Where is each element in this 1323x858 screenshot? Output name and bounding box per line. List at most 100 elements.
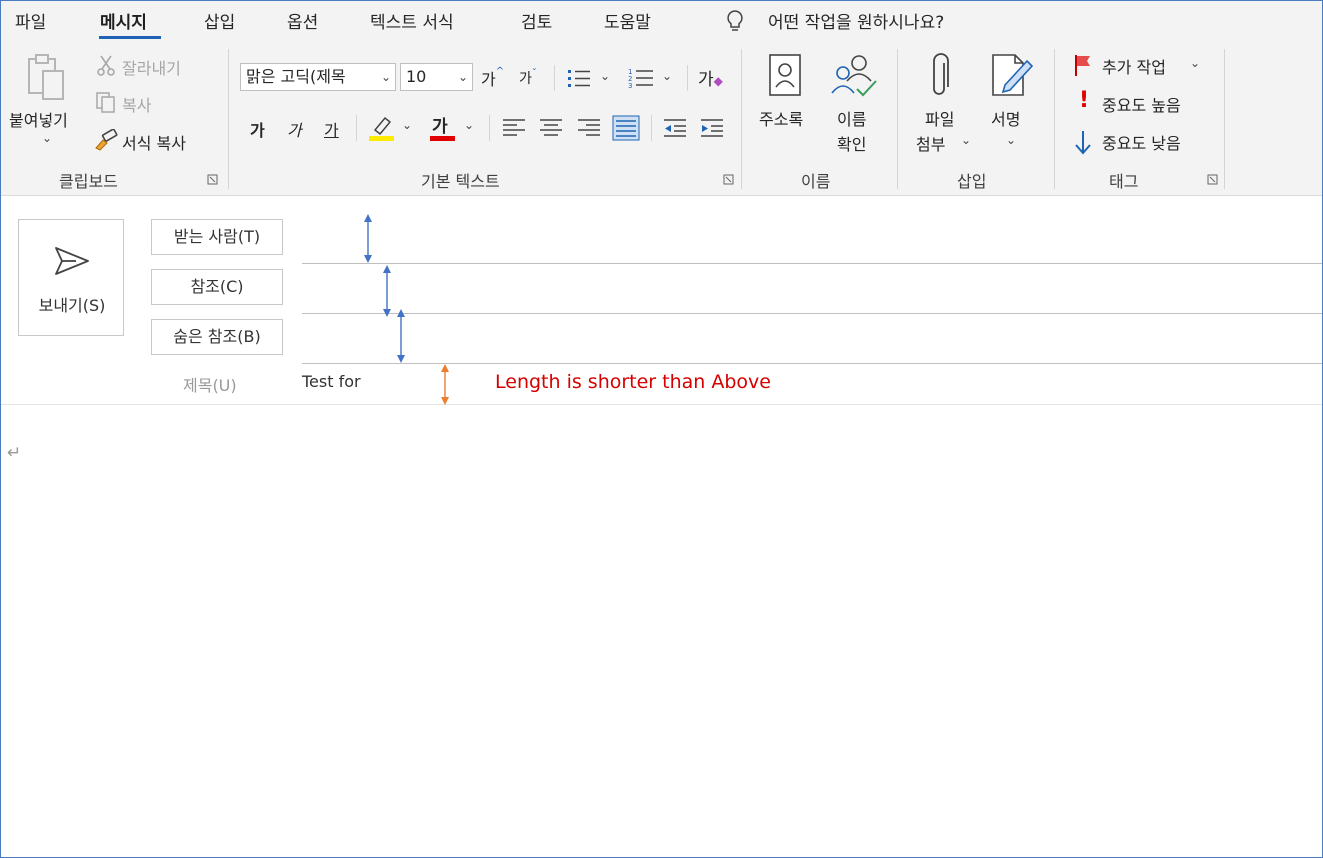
numbered-list-chevron-icon[interactable]: ⌄ (662, 69, 672, 83)
check-names-label-line2[interactable]: 확인 (837, 131, 866, 155)
names-group-label: 이름 (801, 172, 831, 191)
decrease-indent-icon[interactable] (663, 118, 687, 138)
attach-file-label-line1[interactable]: 파일 (925, 106, 954, 130)
subject-underline (1, 404, 1322, 405)
blue-measure-arrows-icon (364, 214, 405, 363)
caret-up-icon: ^ (495, 66, 505, 77)
message-body[interactable] (1, 406, 1322, 855)
tab-format-text[interactable]: 텍스트 서식 (370, 8, 454, 33)
signature-button[interactable]: 서명 (991, 106, 1020, 130)
send-icon (55, 247, 89, 275)
cut-button[interactable]: 잘라내기 (122, 55, 181, 79)
subject-label: 제목(U) (183, 376, 237, 395)
clear-formatting-button[interactable]: 가◆ (698, 65, 723, 90)
highlighter-icon[interactable] (368, 112, 396, 142)
format-painter-button[interactable]: 서식 복사 (122, 130, 186, 154)
underline-button[interactable]: 가 (324, 117, 339, 141)
high-importance-button[interactable]: 중요도 높음 (1102, 92, 1181, 116)
address-book-button[interactable]: 주소록 (759, 106, 803, 130)
clipboard-group-label: 클립보드 (59, 172, 118, 191)
divider (687, 65, 688, 91)
align-right-icon[interactable] (577, 118, 601, 138)
grow-font-button[interactable]: 가^ (481, 66, 504, 90)
bcc-field-underline (302, 363, 1322, 364)
bullet-list-chevron-icon[interactable]: ⌄ (600, 69, 610, 83)
check-names-icon[interactable] (829, 51, 879, 97)
tab-file[interactable]: 파일 (15, 8, 46, 33)
attach-file-chevron-icon[interactable]: ⌄ (961, 133, 971, 147)
cc-field-underline (302, 313, 1322, 314)
group-divider (897, 49, 898, 189)
font-size-select[interactable]: 10 ⌄ (400, 63, 473, 91)
tell-me-search[interactable]: 어떤 작업을 원하시나요? (768, 8, 944, 33)
cc-button[interactable]: 참조(C) (151, 269, 283, 305)
font-name-select[interactable]: 맑은 고딕(제목 ⌄ (240, 63, 396, 91)
clipboard-dialog-launcher-icon[interactable] (207, 174, 218, 185)
font-color-chevron-icon[interactable]: ⌄ (464, 118, 474, 132)
to-input[interactable] (302, 219, 1321, 262)
italic-button[interactable]: 가 (287, 117, 302, 141)
bcc-button[interactable]: 숨은 참조(B) (151, 319, 283, 355)
bullet-list-icon[interactable] (567, 68, 591, 88)
signature-icon[interactable] (989, 53, 1035, 99)
tab-insert[interactable]: 삽입 (204, 8, 235, 33)
ribbon: 붙여넣기 ⌄ 잘라내기 복사 서식 복사 클립보드 맑은 고딕(제목 ⌄ 10 … (1, 45, 1322, 196)
tab-review[interactable]: 검토 (521, 8, 552, 33)
highlight-chevron-icon[interactable]: ⌄ (402, 118, 412, 132)
high-importance-icon: ! (1079, 88, 1090, 113)
address-book-icon[interactable] (768, 53, 804, 97)
copy-icon (96, 92, 115, 113)
shrink-font-button[interactable]: 가ˇ (519, 68, 537, 88)
send-label: 보내기(S) (38, 296, 106, 315)
signature-chevron-icon[interactable]: ⌄ (1006, 133, 1016, 147)
low-importance-arrow-icon (1075, 131, 1091, 155)
align-center-icon[interactable] (539, 118, 563, 138)
divider (651, 115, 652, 141)
subject-input[interactable]: Test for (302, 372, 361, 391)
tags-dialog-launcher-icon[interactable] (1207, 174, 1218, 185)
low-importance-button[interactable]: 중요도 낮음 (1102, 130, 1181, 154)
check-names-label-line1[interactable]: 이름 (837, 106, 866, 130)
paste-dropdown-chevron-icon[interactable]: ⌄ (42, 131, 52, 145)
font-color-swatch (430, 136, 455, 141)
copy-button[interactable]: 복사 (122, 92, 151, 116)
bold-button[interactable]: 가 (250, 117, 265, 141)
basic-text-dialog-launcher-icon[interactable] (723, 174, 734, 185)
font-size-value: 10 (406, 67, 427, 86)
flag-icon (1075, 55, 1090, 76)
tab-help[interactable]: 도움말 (604, 8, 651, 33)
shrink-font-glyph: 가 (519, 71, 532, 87)
send-button[interactable]: 보내기(S) (18, 219, 124, 336)
to-button[interactable]: 받는 사람(T) (151, 219, 283, 255)
clear-formatting-glyph: 가 (698, 70, 714, 90)
to-field-underline (302, 263, 1322, 264)
divider (356, 115, 357, 141)
chevron-down-icon: ⌄ (380, 70, 391, 84)
format-painter-icon (95, 129, 118, 151)
paragraph-return-icon: ↵ (7, 443, 22, 463)
align-left-icon[interactable] (502, 118, 526, 138)
bcc-input[interactable] (302, 315, 1321, 361)
group-divider (1054, 49, 1055, 189)
tab-options[interactable]: 옵션 (287, 8, 318, 33)
annotation-text: Length is shorter than Above (495, 371, 771, 393)
follow-up-button[interactable]: 추가 작업 (1102, 54, 1166, 78)
justify-icon[interactable] (612, 115, 640, 141)
cc-input[interactable] (302, 265, 1321, 311)
tab-message[interactable]: 메시지 (100, 8, 147, 33)
orange-measure-arrow-icon (441, 364, 449, 405)
caret-down-icon: ˇ (531, 68, 537, 79)
follow-up-chevron-icon[interactable]: ⌄ (1190, 56, 1200, 70)
paste-label[interactable]: 붙여넣기 (9, 107, 68, 131)
divider (554, 65, 555, 91)
grow-font-glyph: 가 (481, 70, 496, 89)
paste-icon (28, 54, 64, 100)
increase-indent-icon[interactable] (700, 118, 724, 138)
paperclip-icon[interactable] (929, 53, 953, 99)
group-divider (741, 49, 742, 189)
divider (489, 115, 490, 141)
font-color-button[interactable]: 가 (430, 112, 456, 142)
attach-file-label-line2[interactable]: 첨부 (916, 131, 945, 155)
paste-button[interactable] (23, 51, 71, 105)
numbered-list-icon[interactable]: 1 2 3 (628, 66, 654, 90)
